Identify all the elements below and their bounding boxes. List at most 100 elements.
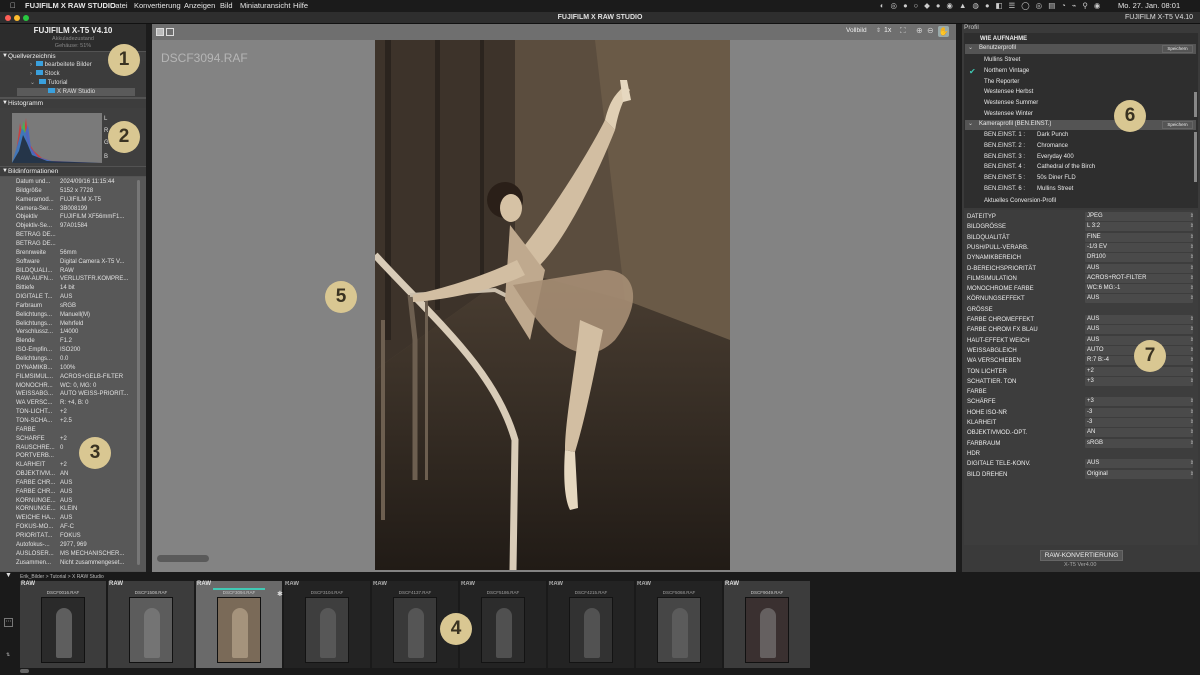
zoom-1x[interactable]: 1x: [884, 27, 891, 34]
setting-value-select[interactable]: L 3:2: [1085, 222, 1193, 232]
camera-profile-name[interactable]: Mullins Street: [1037, 185, 1073, 194]
user-profile-item[interactable]: Mullins Street: [984, 56, 1020, 65]
setting-value-select[interactable]: -3: [1085, 407, 1193, 417]
camera-profile-header[interactable]: ⌄ Kameraprofil (BEN.EINST.) Speichern: [965, 120, 1196, 130]
setting-row[interactable]: FARBE CHROM FX BLAU AUS ⇕: [965, 325, 1196, 335]
folder-item-selected[interactable]: X RAW Studio: [17, 88, 135, 96]
thumbnail[interactable]: RAW DSCF9049.RAF: [724, 581, 810, 668]
setting-value-select[interactable]: AUS: [1085, 294, 1193, 304]
zoom-out-icon[interactable]: ⊖: [927, 26, 934, 35]
setting-row[interactable]: SCHATTIER. TON +3 ⇕: [965, 376, 1196, 387]
thumbnail[interactable]: RAW DSCF1508.RAF: [108, 581, 194, 668]
setting-row[interactable]: HDR: [965, 449, 1196, 459]
user-profile-item[interactable]: Northern Vintage: [984, 67, 1029, 76]
menu-datei[interactable]: Datei: [110, 0, 128, 12]
setting-row[interactable]: HOHE ISO-NR -3 ⇕: [965, 407, 1196, 418]
setting-value-select[interactable]: AUS: [1085, 459, 1193, 469]
menu-app-name[interactable]: FUJIFILM X RAW STUDIO: [25, 0, 116, 12]
filmstrip-sort-icon[interactable]: ⇅: [6, 652, 10, 658]
setting-value-select[interactable]: WC:6 MG:-1: [1085, 284, 1193, 294]
setting-value-select[interactable]: Original: [1085, 469, 1193, 479]
info-scrollbar[interactable]: [137, 180, 140, 565]
setting-value-select[interactable]: JPEG: [1085, 212, 1193, 221]
setting-value-select[interactable]: AUS: [1085, 263, 1193, 273]
thumbnail[interactable]: RAW DSCF4215.RAF: [548, 581, 634, 668]
menu-konvertierung[interactable]: Konvertierung: [134, 0, 181, 12]
setting-value-select[interactable]: AUS: [1085, 315, 1193, 324]
setting-row[interactable]: KLARHEIT -3 ⇕: [965, 418, 1196, 428]
setting-row[interactable]: BILDGRÖSSE L 3:2 ⇕: [965, 222, 1196, 232]
raw-convert-button[interactable]: RAW-KONVERTIERUNG: [1040, 550, 1123, 561]
thumbnail[interactable]: RAW DSCF3094.RAF ✱: [196, 581, 283, 668]
save-camera-profile-button[interactable]: Speichern: [1162, 121, 1193, 129]
view-mode-select[interactable]: Vollbild: [846, 27, 867, 34]
profile-as-shot[interactable]: WIE AUFNAHME: [980, 35, 1027, 44]
setting-value-select[interactable]: ACROS+ROT-FILTER: [1085, 273, 1193, 283]
camera-profile-slot[interactable]: BEN.EINST. 2 :: [984, 142, 1025, 151]
setting-value-select[interactable]: sRGB: [1085, 438, 1193, 448]
camera-profile-name[interactable]: Dark Punch: [1037, 131, 1068, 140]
setting-row[interactable]: BILDQUALITÄT FINE ⇕: [965, 232, 1196, 243]
thumbnail[interactable]: RAW DSCF5186.RAF: [460, 581, 546, 668]
setting-row[interactable]: OBJEKTIVMOD.-OPT. AN ⇕: [965, 428, 1196, 438]
camera-profile-name[interactable]: Everyday 400: [1037, 153, 1074, 162]
setting-row[interactable]: FARBRAUM sRGB ⇕: [965, 438, 1196, 449]
camera-profile-scrollbar[interactable]: [1194, 132, 1197, 182]
setting-row[interactable]: TON LICHTER +2 ⇕: [965, 366, 1196, 377]
setting-row[interactable]: PUSH/PULL-VERARB. -1/3 EV ⇕: [965, 242, 1196, 253]
setting-row[interactable]: D-BEREICHSPRIORITÄT AUS ⇕: [965, 263, 1196, 274]
menu-hilfe[interactable]: Hilfe: [293, 0, 308, 12]
filmstrip-options-icon[interactable]: ⋯: [4, 618, 13, 627]
status-icons[interactable]: ◐◎●○◆●◉▲◍●◧☰◯◎▤◔⌁⚲◉: [880, 0, 1106, 12]
hand-tool-icon[interactable]: ✋: [938, 26, 949, 37]
user-profile-header[interactable]: ⌄ Benutzerprofil Speichern: [965, 44, 1196, 54]
setting-row[interactable]: FILMSIMULATION ACROS+ROT-FILTER ⇕: [965, 273, 1196, 284]
apple-icon[interactable]: : [10, 0, 16, 12]
setting-row[interactable]: DYNAMIKBEREICH DR100 ⇕: [965, 253, 1196, 263]
single-view-icon[interactable]: [156, 28, 164, 36]
thumbnail[interactable]: RAW DSCF5068.RAF: [636, 581, 722, 668]
user-profile-item[interactable]: Westensee Summer: [984, 99, 1038, 108]
setting-value-select[interactable]: DR100: [1085, 253, 1193, 263]
thumbnail[interactable]: RAW DSCF0016.RAF: [20, 581, 106, 668]
filmstrip-scrollbar[interactable]: [20, 669, 29, 673]
setting-row[interactable]: FARBE CHROMEFFEKT AUS ⇕: [965, 315, 1196, 325]
camera-profile-slot[interactable]: BEN.EINST. 3 :: [984, 153, 1025, 162]
camera-profile-slot[interactable]: BEN.EINST. 5 :: [984, 174, 1025, 183]
save-user-profile-button[interactable]: Speichern: [1162, 45, 1193, 53]
camera-profile-slot[interactable]: BEN.EINST. 4 :: [984, 163, 1025, 172]
setting-value-select[interactable]: +3: [1085, 376, 1193, 386]
main-photo[interactable]: [375, 40, 730, 570]
user-profile-scrollbar[interactable]: [1194, 92, 1197, 117]
user-profile-item[interactable]: Westensee Winter: [984, 110, 1033, 119]
menu-bild[interactable]: Bild: [220, 0, 233, 12]
zoom-in-icon[interactable]: ⊕: [916, 26, 923, 35]
camera-profile-name[interactable]: Cathedral of the Birch: [1037, 163, 1095, 172]
thumbnail[interactable]: RAW DSCF3104.RAF: [284, 581, 370, 668]
setting-value-select[interactable]: AN: [1085, 428, 1193, 438]
setting-row[interactable]: DIGITALE TELE-KONV. AUS ⇕: [965, 459, 1196, 469]
setting-row[interactable]: GRÖSSE: [965, 305, 1196, 315]
camera-profile-name[interactable]: Chromance: [1037, 142, 1068, 151]
setting-row[interactable]: SCHÄRFE +3 ⇕: [965, 397, 1196, 407]
image-info-header[interactable]: ▼ Bildinformationen: [0, 167, 146, 176]
setting-value-select[interactable]: -1/3 EV: [1085, 242, 1193, 252]
setting-row[interactable]: FARBE: [965, 387, 1196, 397]
setting-row[interactable]: BILD DREHEN Original ⇕: [965, 469, 1196, 480]
menu-miniaturansicht[interactable]: Miniaturansicht: [240, 0, 290, 12]
histogram-header[interactable]: ▼ Histogramm: [0, 99, 146, 108]
menu-anzeigen[interactable]: Anzeigen: [184, 0, 215, 12]
user-profile-item[interactable]: The Reporter: [984, 78, 1019, 87]
compare-view-icon[interactable]: [166, 28, 174, 36]
camera-profile-name[interactable]: 50s Diner FLD: [1037, 174, 1076, 183]
folder-item[interactable]: ⌄ Tutorial: [30, 79, 140, 87]
setting-value-select[interactable]: AUS: [1085, 325, 1193, 335]
setting-row[interactable]: MONOCHROME FARBE WC:6 MG:-1 ⇕: [965, 284, 1196, 294]
fit-screen-icon[interactable]: ⛶: [900, 26, 906, 36]
filmstrip-collapse-icon[interactable]: ▼: [5, 572, 12, 579]
setting-row[interactable]: DATEITYP JPEG ⇕: [965, 212, 1196, 222]
setting-value-select[interactable]: FINE: [1085, 232, 1193, 242]
menu-clock[interactable]: Mo. 27. Jan. 08:01: [1118, 0, 1180, 12]
camera-profile-slot[interactable]: BEN.EINST. 1 :: [984, 131, 1025, 140]
viewer-nav-pager[interactable]: [157, 555, 209, 562]
